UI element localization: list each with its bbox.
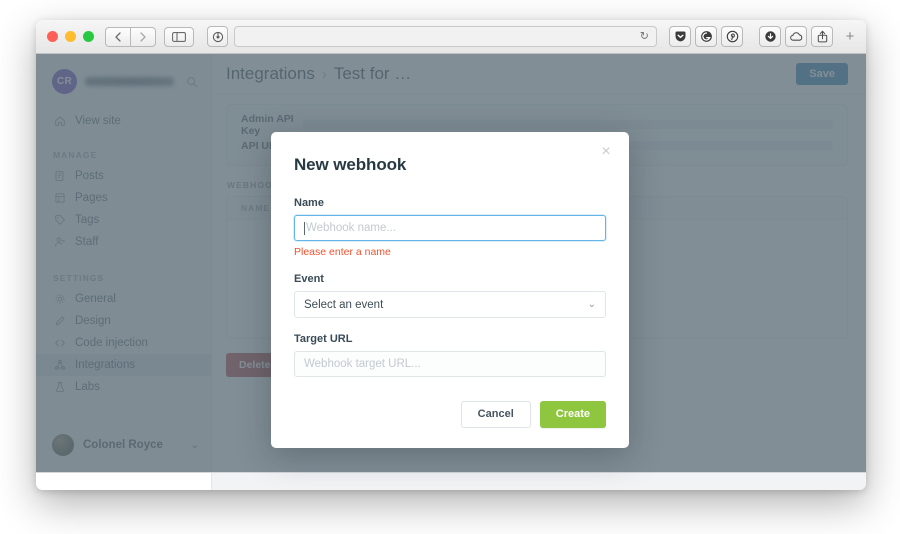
- cancel-button[interactable]: Cancel: [460, 401, 531, 428]
- sidebar-icon: [172, 31, 186, 42]
- bottom-strip-left: [36, 473, 212, 490]
- modal-actions: Cancel Create: [294, 401, 606, 428]
- maximize-window-button[interactable]: [83, 31, 94, 42]
- pinterest-glyph: [726, 30, 738, 43]
- target-url-placeholder: Webhook target URL...: [304, 358, 421, 370]
- minimize-window-button[interactable]: [65, 31, 76, 42]
- name-field-group: Name Webhook name... Please enter a name: [294, 197, 606, 258]
- event-label: Event: [294, 273, 324, 285]
- modal-title: New webhook: [294, 155, 407, 174]
- address-bar[interactable]: ↻: [234, 26, 657, 47]
- new-tab-button[interactable]: +: [840, 26, 860, 48]
- downloads-icon[interactable]: [759, 26, 781, 47]
- browser-right-tools: +: [759, 26, 860, 48]
- grammarly-icon[interactable]: [695, 26, 717, 47]
- pocket-glyph: [674, 31, 686, 42]
- icloud-icon[interactable]: [785, 26, 807, 47]
- page-viewport: CR: [36, 54, 866, 490]
- chevron-left-icon: [115, 31, 121, 42]
- share-glyph: [817, 30, 827, 43]
- browser-window: ↻ + × New webhook Name Webhook name... P…: [36, 20, 866, 490]
- reload-icon[interactable]: ↻: [640, 31, 649, 42]
- pocket-icon[interactable]: [669, 26, 691, 47]
- toggle-sidebar-button[interactable]: [164, 26, 194, 47]
- close-window-button[interactable]: [47, 31, 58, 42]
- new-webhook-modal: × New webhook Name Webhook name... Pleas…: [271, 132, 629, 448]
- name-placeholder: Webhook name...: [306, 222, 396, 234]
- back-button[interactable]: [105, 26, 131, 47]
- name-label: Name: [294, 197, 324, 209]
- event-select[interactable]: Select an event ⌄: [294, 291, 606, 318]
- forward-button[interactable]: [130, 26, 156, 47]
- pinterest-icon[interactable]: [721, 26, 743, 47]
- download-glyph: [764, 31, 776, 42]
- close-icon[interactable]: ×: [597, 143, 615, 161]
- name-error-message: Please enter a name: [294, 246, 391, 258]
- event-field-group: Event Select an event ⌄: [294, 273, 606, 318]
- create-button[interactable]: Create: [539, 401, 606, 428]
- webhook-name-input[interactable]: Webhook name...: [294, 215, 606, 241]
- chevron-right-icon: [140, 31, 146, 42]
- target-url-input[interactable]: Webhook target URL...: [294, 351, 606, 377]
- page-bottom-strip: [36, 472, 866, 490]
- target-url-field-group: Target URL Webhook target URL...: [294, 333, 606, 377]
- extension-buttons: [669, 26, 743, 47]
- browser-toolbar: ↻ +: [36, 20, 866, 54]
- target-url-label: Target URL: [294, 333, 353, 345]
- event-selected-value: Select an event: [304, 298, 384, 311]
- reader-icon: [212, 31, 223, 42]
- grammarly-glyph: [700, 31, 712, 42]
- bottom-strip-right: [212, 473, 866, 490]
- share-icon[interactable]: [811, 26, 833, 47]
- desktop-background: ↻ + × New webhook Name Webhook name... P…: [0, 0, 900, 534]
- reader-view-button[interactable]: [207, 26, 228, 47]
- window-controls: [42, 31, 105, 42]
- cloud-glyph: [789, 31, 802, 41]
- address-bar-group: ↻: [207, 26, 657, 47]
- chevron-down-icon: ⌄: [587, 298, 596, 310]
